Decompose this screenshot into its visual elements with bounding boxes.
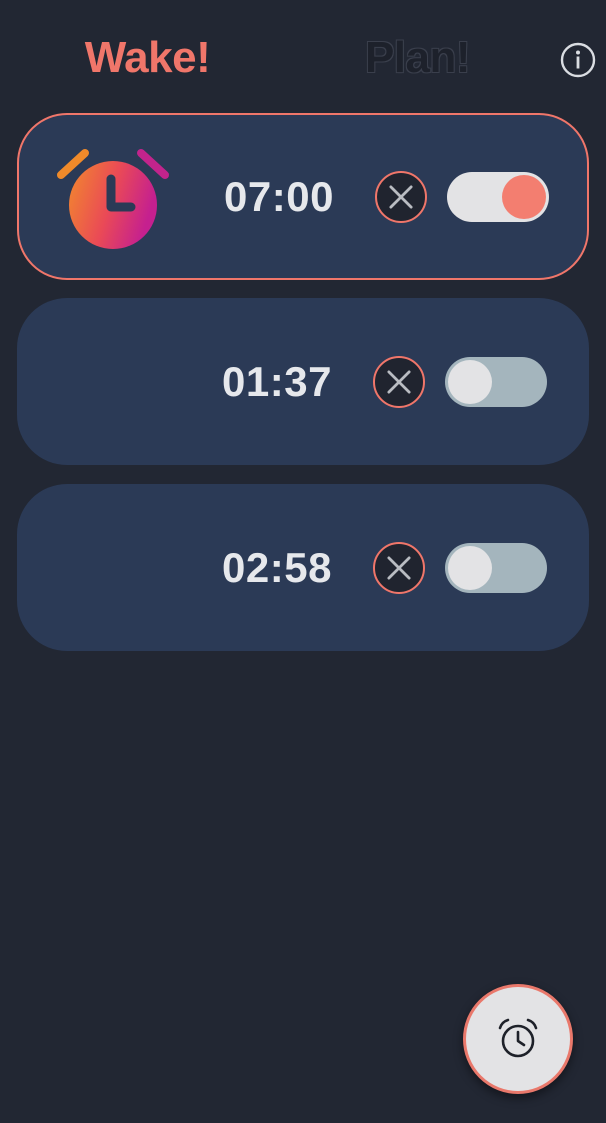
close-icon	[387, 369, 411, 394]
alarm-time[interactable]: 01:37	[207, 298, 347, 465]
alarm-card[interactable]: 07:00	[17, 113, 589, 280]
toggle-knob	[502, 174, 546, 219]
delete-alarm-button[interactable]	[373, 355, 425, 408]
add-alarm-button[interactable]	[463, 984, 573, 1094]
alarm-toggle[interactable]	[445, 542, 547, 593]
alarm-card[interactable]: 02:58	[17, 484, 589, 651]
alarm-clock-icon	[57, 143, 173, 255]
tab-wake[interactable]: Wake!	[60, 28, 235, 88]
alarm-card[interactable]: 01:37	[17, 298, 589, 465]
delete-alarm-button[interactable]	[375, 170, 427, 223]
toggle-knob	[448, 545, 492, 590]
delete-alarm-button[interactable]	[373, 541, 425, 594]
close-icon	[387, 555, 411, 580]
alarm-toggle[interactable]	[447, 171, 549, 222]
alarm-time[interactable]: 02:58	[207, 484, 347, 651]
info-icon[interactable]	[558, 40, 598, 80]
alarm-toggle[interactable]	[445, 356, 547, 407]
alarm-time[interactable]: 07:00	[209, 115, 349, 278]
tab-plan[interactable]: Plan!	[330, 28, 505, 88]
alarm-add-icon	[498, 1018, 538, 1058]
close-icon	[389, 184, 413, 209]
toggle-knob	[448, 359, 492, 404]
